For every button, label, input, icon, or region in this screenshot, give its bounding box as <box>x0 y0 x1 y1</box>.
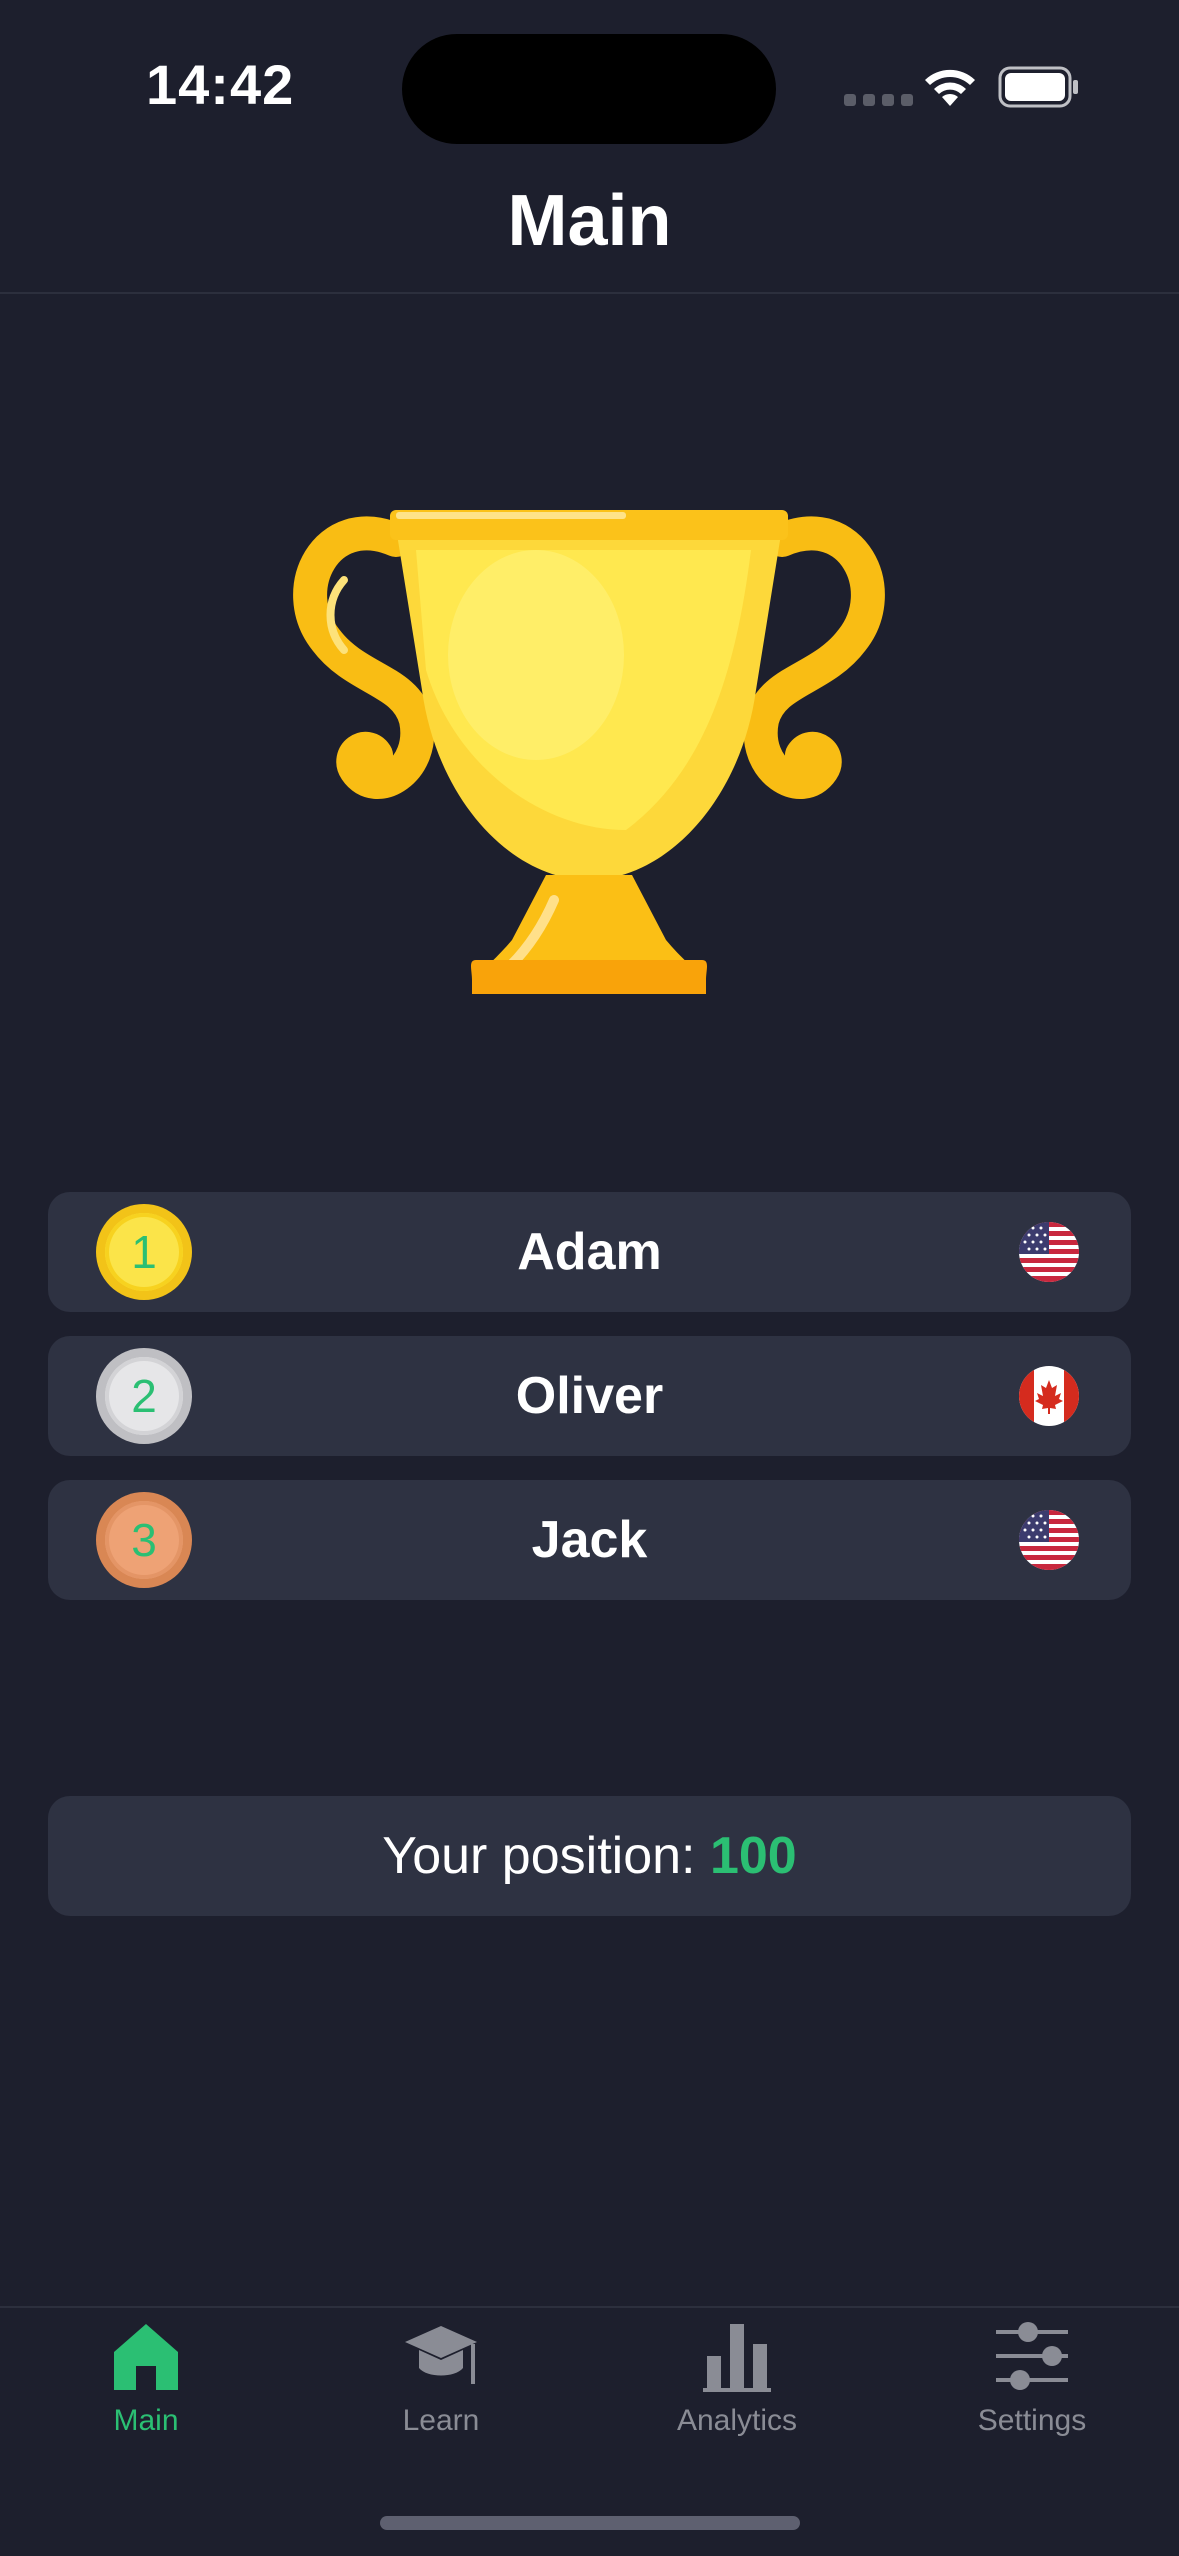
leaderboard-row[interactable]: 1 Adam <box>48 1192 1131 1312</box>
trophy-icon <box>293 510 885 994</box>
page-title: Main <box>507 181 672 261</box>
tab-label: Settings <box>977 2404 1087 2437</box>
tabbar-divider <box>0 2306 1179 2308</box>
leaderboard: 1 Adam 2 Oliver 3 Jack <box>48 1192 1131 1624</box>
tab-learn[interactable]: Learn <box>331 2320 551 2470</box>
battery-icon <box>998 66 1078 108</box>
your-position-label: Your position: <box>382 1827 710 1885</box>
us-flag-icon <box>1019 1510 1079 1570</box>
tab-settings[interactable]: Settings <box>922 2320 1142 2470</box>
screen: 14:42 Main 1 Adam 2 Oliver 3 Jack Your p… <box>0 0 1179 2556</box>
player-name: Oliver <box>515 1367 664 1425</box>
tab-main[interactable]: Main <box>36 2320 256 2470</box>
canada-flag-icon <box>1019 1366 1079 1426</box>
leaderboard-row[interactable]: 3 Jack <box>48 1480 1131 1600</box>
tab-analytics[interactable]: Analytics <box>627 2320 847 2470</box>
leaderboard-row[interactable]: 2 Oliver <box>48 1336 1131 1456</box>
tab-label: Analytics <box>676 2404 798 2437</box>
home-indicator[interactable] <box>380 2516 800 2530</box>
cellular-signal-icon <box>844 94 913 106</box>
player-name: Adam <box>517 1223 662 1281</box>
your-position-value: 100 <box>709 1827 797 1885</box>
dynamic-island <box>402 34 776 144</box>
wifi-icon <box>925 69 975 106</box>
bar-chart-icon <box>703 2324 771 2392</box>
sliders-icon <box>996 2322 1068 2390</box>
header-divider <box>0 292 1179 294</box>
tab-label: Learn <box>402 2404 480 2437</box>
status-time: 14:42 <box>146 53 295 116</box>
graduation-cap-icon <box>405 2326 477 2384</box>
home-icon <box>114 2324 178 2390</box>
tab-label: Main <box>113 2404 179 2437</box>
us-flag-icon <box>1019 1222 1079 1282</box>
player-name: Jack <box>531 1511 648 1569</box>
your-position-card: Your position: 100 <box>48 1796 1131 1916</box>
